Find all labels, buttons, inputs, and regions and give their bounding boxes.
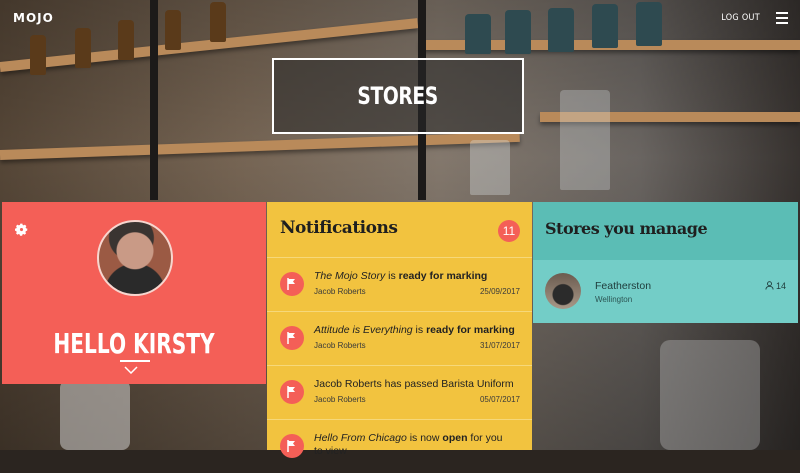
store-location: Wellington — [595, 295, 633, 304]
hamburger-menu-icon[interactable] — [776, 12, 788, 27]
stores-heading: Stores you manage — [545, 219, 708, 238]
notification-author: Jacob Roberts — [314, 287, 366, 296]
flag-icon — [280, 380, 304, 404]
page-title-box: STORES — [272, 58, 524, 134]
notification-text: Hello From Chicago is now open for you t… — [314, 432, 503, 457]
notification-date: 31/07/2017 — [479, 341, 520, 350]
glass — [560, 90, 610, 190]
notifications-card: Notifications 11 The Mojo Story is ready… — [267, 202, 532, 458]
notification-text: Attitude is Everything is ready for mark… — [314, 324, 515, 336]
avatar — [97, 220, 173, 296]
stores-card: Stores you manage Featherston Wellington… — [533, 202, 798, 323]
flag-icon — [280, 272, 304, 296]
profile-card: HELLO KIRSTY — [2, 202, 266, 384]
greeting: HELLO KIRSTY — [2, 327, 266, 360]
glass — [470, 140, 510, 195]
notification-text: The Mojo Story is ready for marking — [314, 270, 488, 282]
page-title: STORES — [357, 82, 439, 110]
logout-link[interactable]: LOG OUT — [721, 13, 760, 23]
machine-part — [60, 380, 130, 450]
notification-text: Jacob Roberts has passed Barista Uniform — [314, 378, 514, 390]
chevron-down-icon[interactable] — [124, 366, 138, 374]
store-thumbnail — [545, 273, 581, 309]
flag-icon — [280, 434, 304, 458]
notification-item[interactable]: The Mojo Story is ready for marking Jaco… — [267, 257, 532, 311]
notification-author: Jacob Roberts — [314, 341, 366, 350]
notification-item[interactable]: Hello From Chicago is now open for you t… — [267, 419, 532, 473]
flag-icon — [280, 326, 304, 350]
mojo-logo[interactable]: MOJO — [13, 11, 54, 25]
store-count-value: 14 — [775, 281, 786, 291]
shelf — [0, 131, 520, 160]
gear-icon[interactable] — [14, 222, 30, 238]
store-name: Featherston — [595, 280, 652, 292]
jar — [30, 35, 46, 75]
top-bar: MOJO LOG OUT — [0, 0, 800, 36]
notifications-heading: Notifications — [280, 218, 398, 238]
store-row[interactable]: Featherston Wellington 14 — [533, 260, 798, 323]
notification-author: Jacob Roberts — [314, 395, 366, 404]
notification-date: 25/09/2017 — [479, 287, 520, 296]
notifications-count-badge[interactable]: 11 — [498, 220, 520, 242]
notification-item[interactable]: Jacob Roberts has passed Barista Uniform… — [267, 365, 532, 419]
store-staff-count: 14 — [765, 281, 786, 291]
greeting-text: HELLO KIRSTY — [53, 327, 215, 360]
person-icon — [765, 281, 774, 290]
notification-item[interactable]: Attitude is Everything is ready for mark… — [267, 311, 532, 365]
machine-part — [660, 340, 760, 450]
greeting-underline — [120, 360, 150, 362]
notification-date: 05/07/2017 — [479, 395, 520, 404]
stores-header: Stores you manage — [533, 202, 798, 260]
